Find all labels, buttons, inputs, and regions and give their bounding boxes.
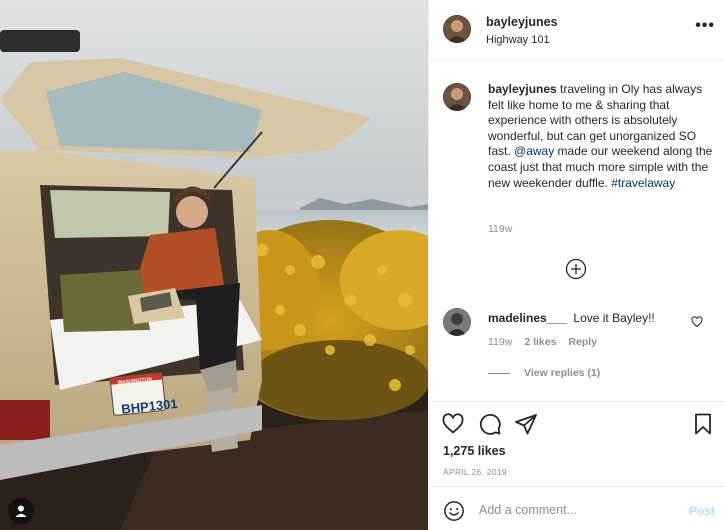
view-replies-button[interactable]: View replies (1) xyxy=(488,367,600,379)
smiley-icon[interactable] xyxy=(443,500,465,522)
tagged-user-button[interactable] xyxy=(8,498,34,524)
hashtag-link[interactable]: #travelaway xyxy=(611,176,675,190)
mention-link[interactable]: @away xyxy=(514,144,554,158)
load-more-comments-button[interactable] xyxy=(565,258,587,280)
likes-count[interactable]: 1,275 likes xyxy=(443,444,506,458)
view-replies-label: View replies (1) xyxy=(524,367,601,379)
location-link[interactable]: Highway 101 xyxy=(486,34,550,46)
post-date: APRIL 26, 2019 xyxy=(443,467,507,477)
comment-text: madelines___ Love it Bayley!! xyxy=(488,311,655,325)
post-image: BHP1301 WASHINGTON xyxy=(0,0,428,530)
bookmark-icon[interactable] xyxy=(691,412,715,436)
action-bar: 1,275 likes APRIL 26, 2019 xyxy=(429,401,724,486)
comment-bubble-icon[interactable] xyxy=(478,412,502,436)
post-photo[interactable]: BHP1301 WASHINGTON xyxy=(0,0,428,530)
instagram-post-modal: BHP1301 WASHINGTON bayleyjunes Highway 1… xyxy=(0,0,724,530)
reply-button[interactable]: Reply xyxy=(568,336,597,348)
user-icon xyxy=(15,505,27,517)
post-header: bayleyjunes Highway 101 ••• xyxy=(429,0,724,61)
author-username-link[interactable]: bayleyjunes xyxy=(486,15,558,29)
author-avatar[interactable] xyxy=(443,15,471,43)
commenter-username-link[interactable]: madelines___ xyxy=(488,311,567,325)
comment-timestamp: 119w xyxy=(488,336,513,348)
replies-divider xyxy=(488,372,510,374)
add-comment-bar: Post xyxy=(429,486,724,530)
comment-body: Love it Bayley!! xyxy=(573,311,655,325)
caption-username-link[interactable]: bayleyjunes xyxy=(488,82,557,96)
heart-icon[interactable] xyxy=(441,412,465,436)
comment-heart-icon[interactable] xyxy=(691,316,703,328)
post-details-panel: bayleyjunes Highway 101 ••• bayleyjunes … xyxy=(428,0,724,530)
caption-text: bayleyjunes traveling in Oly has always … xyxy=(488,82,720,191)
comment-meta: 119w 2 likes Reply xyxy=(488,336,609,348)
post-comment-button[interactable]: Post xyxy=(689,504,715,518)
comment-input[interactable] xyxy=(479,499,679,521)
plus-circle-icon xyxy=(565,258,587,280)
paper-plane-icon[interactable] xyxy=(514,412,538,436)
commenter-avatar[interactable] xyxy=(443,308,471,336)
caption-timestamp: 119w xyxy=(488,223,513,235)
more-options-button[interactable]: ••• xyxy=(695,17,715,35)
caption-author-avatar[interactable] xyxy=(443,83,471,111)
comment-likes-link[interactable]: 2 likes xyxy=(524,336,556,348)
